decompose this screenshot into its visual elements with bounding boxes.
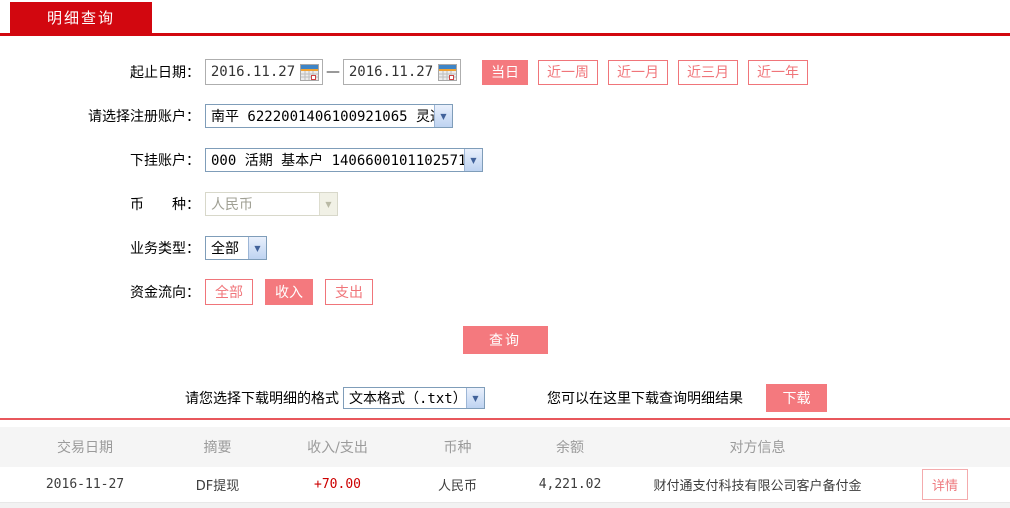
date-separator: — xyxy=(326,64,340,80)
download-button[interactable]: 下载 xyxy=(766,384,827,412)
detail-button[interactable]: 详情 xyxy=(921,469,968,500)
header-summary: 摘要 xyxy=(203,440,232,456)
tab-detail-query[interactable]: 明细查询 xyxy=(10,2,152,33)
query-button-row: 查询 xyxy=(0,326,1010,354)
bottom-strip xyxy=(0,503,1010,508)
register-account-row: 请选择注册账户： 南平 6222001406100921065 灵通卡 ▼ xyxy=(0,94,1010,138)
register-account-value: 南平 6222001406100921065 灵通卡 xyxy=(211,109,434,125)
table-top-divider xyxy=(0,418,1010,420)
cell-counterparty: 财付通支付科技有限公司客户备付金 xyxy=(653,479,862,494)
date-range-label: 起止日期： xyxy=(130,65,200,81)
table-header-row: 交易日期 摘要 收入/支出 币种 余额 对方信息 xyxy=(0,427,1010,467)
download-format-select[interactable]: 文本格式（.txt） ▼ xyxy=(343,387,485,409)
quick-range-month-button[interactable]: 近一月 xyxy=(608,59,668,85)
query-button[interactable]: 查询 xyxy=(462,326,548,354)
business-type-row: 业务类型： 全部 ▼ xyxy=(0,226,1010,270)
quick-range-today-button[interactable]: 当日 xyxy=(482,59,528,85)
cell-summary: DF提现 xyxy=(195,479,240,494)
business-type-select[interactable]: 全部 ▼ xyxy=(205,236,267,260)
table-row: 2016-11-27 DF提现 +70.00 人民币 4,221.02 财付通支… xyxy=(0,467,1010,503)
currency-select: 人民币 ▼ xyxy=(205,192,338,216)
header-counterparty: 对方信息 xyxy=(729,440,786,456)
business-type-value: 全部 xyxy=(211,241,239,257)
sub-account-row: 下挂账户： 000 活期 基本户 1406600101102571848 ▼ xyxy=(0,138,1010,182)
fund-flow-row: 资金流向： 全部 收入 支出 xyxy=(0,270,1010,314)
header-income-expense: 收入/支出 xyxy=(307,440,368,456)
chevron-down-icon: ▼ xyxy=(466,388,484,408)
end-date-input[interactable]: 2016.11.27 xyxy=(343,59,461,85)
start-date-input[interactable]: 2016.11.27 xyxy=(205,59,323,85)
quick-range-year-button[interactable]: 近一年 xyxy=(748,59,808,85)
chevron-down-icon: ▼ xyxy=(319,193,337,215)
header-balance: 余额 xyxy=(556,440,584,456)
calendar-icon[interactable] xyxy=(300,63,319,81)
calendar-icon[interactable] xyxy=(438,63,457,81)
date-range-row: 起止日期： 2016.11.27 — 2016.11.27 当日 近一周 近一月… xyxy=(0,50,1010,94)
currency-label: 币 种： xyxy=(130,197,200,213)
query-form: 起止日期： 2016.11.27 — 2016.11.27 当日 近一周 近一月… xyxy=(0,36,1010,412)
register-account-select[interactable]: 南平 6222001406100921065 灵通卡 ▼ xyxy=(205,104,453,128)
fund-flow-all-button[interactable]: 全部 xyxy=(205,279,253,305)
chevron-down-icon: ▼ xyxy=(434,105,452,127)
fund-flow-expense-button[interactable]: 支出 xyxy=(325,279,373,305)
currency-value: 人民币 xyxy=(211,197,253,213)
tab-label: 明细查询 xyxy=(46,9,115,27)
currency-row: 币 种： 人民币 ▼ xyxy=(0,182,1010,226)
cell-transaction-date: 2016-11-27 xyxy=(45,477,125,492)
quick-range-3months-button[interactable]: 近三月 xyxy=(678,59,738,85)
fund-flow-label: 资金流向： xyxy=(130,285,200,301)
cell-amount: +70.00 xyxy=(314,477,361,492)
sub-account-label: 下挂账户： xyxy=(130,153,200,169)
header-transaction-date: 交易日期 xyxy=(57,440,113,456)
chevron-down-icon: ▼ xyxy=(464,149,482,171)
chevron-down-icon: ▼ xyxy=(248,237,266,259)
business-type-label: 业务类型： xyxy=(130,241,200,257)
quick-range-week-button[interactable]: 近一周 xyxy=(538,59,598,85)
download-format-value: 文本格式（.txt） xyxy=(349,391,466,407)
download-row: 请您选择下载明细的格式 文本格式（.txt） ▼ 您可以在这里下载查询明细结果 … xyxy=(0,384,1010,412)
sub-account-select[interactable]: 000 活期 基本户 1406600101102571848 ▼ xyxy=(205,148,483,172)
header-currency: 币种 xyxy=(443,440,472,456)
sub-account-value: 000 活期 基本户 1406600101102571848 xyxy=(211,153,464,169)
download-hint: 您可以在这里下载查询明细结果 xyxy=(547,391,743,407)
fund-flow-income-button[interactable]: 收入 xyxy=(265,279,313,305)
end-date-value: 2016.11.27 xyxy=(348,64,434,80)
start-date-value: 2016.11.27 xyxy=(210,64,296,80)
register-account-label: 请选择注册账户： xyxy=(88,109,200,125)
cell-balance: 4,221.02 xyxy=(538,477,602,492)
cell-currency: 人民币 xyxy=(437,479,477,494)
download-format-label: 请您选择下载明细的格式 xyxy=(185,391,339,407)
tab-bar: 明细查询 xyxy=(0,0,1010,36)
